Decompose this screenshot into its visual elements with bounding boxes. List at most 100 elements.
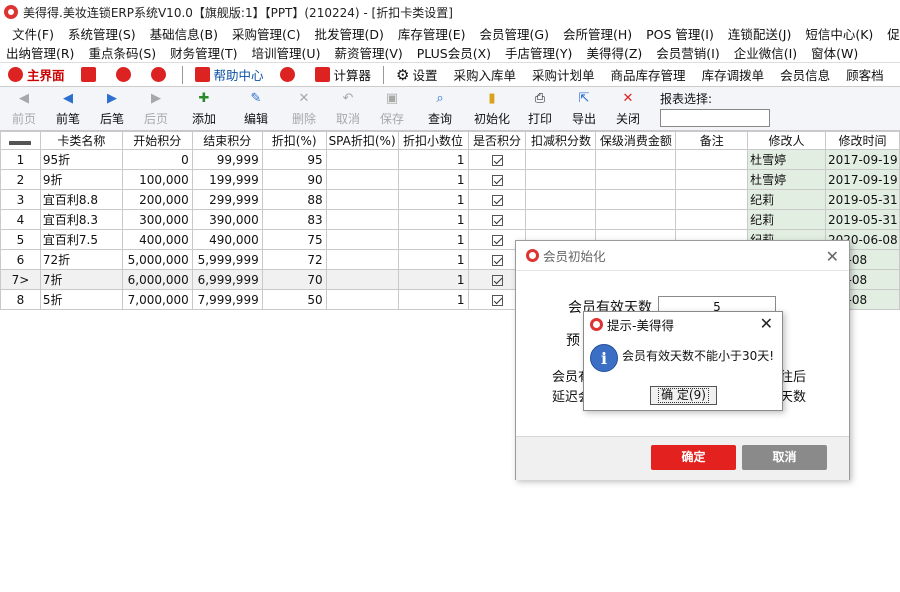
cell-modify-time[interactable]: 2019-05-31 [824, 209, 900, 230]
first-page-button[interactable]: ◀ 前页 [4, 89, 44, 129]
cell-start-points[interactable]: 7,000,000 [121, 289, 193, 310]
init-cancel-button[interactable]: 取消 [742, 445, 827, 470]
cell-discount[interactable]: 83 [261, 209, 327, 230]
cell-end-points[interactable]: 490,000 [191, 229, 263, 250]
menu-item[interactable]: 会员管理(G) [480, 24, 549, 43]
row-selector-header[interactable] [0, 131, 41, 150]
quick-tip-button[interactable] [143, 63, 178, 86]
cell-decimal-places[interactable]: 1 [397, 189, 469, 210]
cell-start-points[interactable]: 6,000,000 [121, 269, 193, 290]
cell-spa-discount[interactable] [325, 249, 399, 270]
menu-item[interactable]: 手店管理(Y) [505, 43, 572, 62]
checkbox-checked-icon[interactable] [491, 234, 503, 246]
cell-discount[interactable]: 90 [261, 169, 327, 190]
quick-item-transfer[interactable]: 库存调拨单 [694, 63, 773, 86]
menu-item[interactable]: 重点条码(S) [88, 43, 156, 62]
checkbox-checked-icon[interactable] [491, 194, 503, 206]
quick-item-member[interactable]: 会员信息 [772, 63, 838, 86]
column-header[interactable]: 折扣(%) [261, 131, 327, 150]
cell-spa-discount[interactable] [325, 169, 399, 190]
row-number[interactable]: 3 [0, 189, 41, 210]
cell-start-points[interactable]: 0 [121, 149, 193, 170]
cell-decimal-places[interactable]: 1 [397, 269, 469, 290]
cell-end-points[interactable]: 390,000 [191, 209, 263, 230]
cell-card-name[interactable]: 9折 [39, 169, 123, 190]
cell-decimal-places[interactable]: 1 [397, 209, 469, 230]
row-number[interactable]: 8 [0, 289, 41, 310]
cell-modify-time[interactable]: 2017-09-19 [824, 169, 900, 190]
menu-item[interactable]: 连锁配送(J) [728, 24, 791, 43]
alert-ok-button[interactable]: 确 定(9) [650, 386, 717, 405]
menu-item[interactable]: 会员营销(I) [656, 43, 719, 62]
alert-close-icon[interactable]: ✕ [760, 314, 773, 333]
checkbox-checked-icon[interactable] [491, 214, 503, 226]
print-button[interactable]: ⎙ 打印 [520, 89, 560, 129]
checkbox-checked-icon[interactable] [491, 174, 503, 186]
cell-card-name[interactable]: 宜百利8.3 [39, 209, 123, 230]
cell-end-points[interactable]: 99,999 [191, 149, 263, 170]
menu-item[interactable]: 基础信息(B) [150, 24, 218, 43]
cell-remark[interactable] [675, 189, 749, 210]
column-header[interactable]: 开始积分 [121, 131, 193, 150]
cell-end-points[interactable]: 6,999,999 [191, 269, 263, 290]
query-button[interactable]: ⌕ 查询 [416, 89, 464, 129]
quick-calculator-button[interactable]: 计算器 [307, 63, 380, 86]
cell-retain-amount[interactable] [595, 169, 677, 190]
cell-spa-discount[interactable] [325, 269, 399, 290]
close-button[interactable]: ✕ 关闭 [608, 89, 648, 129]
cell-discount[interactable]: 72 [261, 249, 327, 270]
menu-item[interactable]: PLUS会员(X) [417, 43, 491, 62]
menu-item[interactable]: 批发管理(D) [314, 24, 383, 43]
column-header[interactable]: 卡类名称 [39, 131, 123, 150]
cell-spa-discount[interactable] [325, 229, 399, 250]
menu-item[interactable]: 促销管理 [887, 24, 900, 43]
menu-item[interactable]: 文件(F) [12, 24, 54, 43]
cell-remark[interactable] [675, 169, 749, 190]
cell-end-points[interactable]: 199,999 [191, 169, 263, 190]
init-button[interactable]: ▮ 初始化 [468, 89, 516, 129]
quick-item-customer[interactable]: 顾客档 [838, 63, 892, 86]
cell-points-flag[interactable] [467, 169, 527, 190]
cell-spa-discount[interactable] [325, 209, 399, 230]
cell-discount[interactable]: 88 [261, 189, 327, 210]
save-button[interactable]: ▣ 保存 [372, 89, 412, 129]
cell-end-points[interactable]: 7,999,999 [191, 289, 263, 310]
cell-deduct-points[interactable] [525, 209, 597, 230]
cell-card-name[interactable]: 7折 [39, 269, 123, 290]
row-number[interactable]: 4 [0, 209, 41, 230]
cell-modifier[interactable]: 杜雪婷 [747, 169, 826, 190]
next-record-button[interactable]: ▶ 后笔 [92, 89, 132, 129]
cell-card-name[interactable]: 95折 [39, 149, 123, 170]
column-header[interactable]: 结束积分 [191, 131, 263, 150]
column-header[interactable]: 修改人 [747, 131, 826, 150]
cell-modify-time[interactable]: 2019-05-31 [824, 189, 900, 210]
cell-decimal-places[interactable]: 1 [397, 229, 469, 250]
row-number[interactable]: 1 [0, 149, 41, 170]
checkbox-checked-icon[interactable] [491, 294, 503, 306]
cell-retain-amount[interactable] [595, 209, 677, 230]
quick-item-purchase-plan[interactable]: 采购计划单 [524, 63, 603, 86]
menu-item[interactable]: 窗体(W) [811, 43, 858, 62]
quick-lock-button[interactable] [73, 63, 108, 86]
table-row[interactable]: 2 9折 100,000 199,999 90 1 杜雪婷 2017-09-19 [0, 169, 900, 190]
menu-item[interactable]: 会所管理(H) [563, 24, 632, 43]
quick-item-purchase-in[interactable]: 采购入库单 [446, 63, 525, 86]
cell-start-points[interactable]: 400,000 [121, 229, 193, 250]
cell-modifier[interactable]: 纪莉 [747, 189, 826, 210]
menu-item[interactable]: 美得得(Z) [586, 43, 642, 62]
cell-start-points[interactable]: 100,000 [121, 169, 193, 190]
cell-spa-discount[interactable] [325, 189, 399, 210]
cancel-button[interactable]: ↶ 取消 [328, 89, 368, 129]
quick-house-button[interactable] [272, 63, 307, 86]
menu-item[interactable]: 采购管理(C) [232, 24, 300, 43]
cell-spa-discount[interactable] [325, 289, 399, 310]
prev-record-button[interactable]: ◀ 前笔 [48, 89, 88, 129]
cell-decimal-places[interactable]: 1 [397, 289, 469, 310]
menu-item[interactable]: 库存管理(E) [398, 24, 466, 43]
menu-item[interactable]: 企业微信(I) [734, 43, 797, 62]
cell-spa-discount[interactable] [325, 149, 399, 170]
member-init-close-icon[interactable]: ✕ [826, 247, 839, 266]
menu-item[interactable]: POS 管理(I) [646, 24, 714, 43]
row-number[interactable]: 2 [0, 169, 41, 190]
export-button[interactable]: ⇱ 导出 [564, 89, 604, 129]
